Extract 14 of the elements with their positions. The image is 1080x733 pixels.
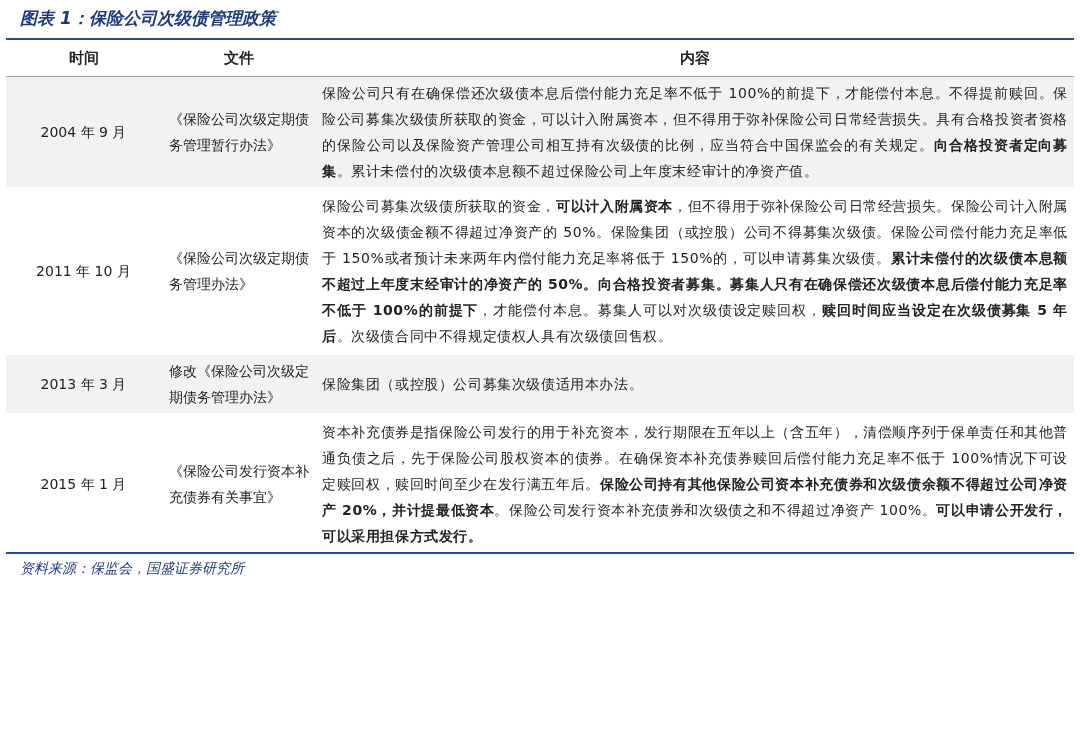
source-note: 资料来源：保监会，国盛证券研究所 xyxy=(6,552,1074,583)
table-cell: 《保险公司发行资本补充债券有关事宜》 xyxy=(161,414,316,552)
table-cell: 2015 年 1 月 xyxy=(6,414,161,552)
table-cell: 修改《保险公司次级定期债务管理办法》 xyxy=(161,353,316,415)
column-header: 时间 xyxy=(6,39,161,77)
table-cell: 《保险公司次级定期债务管理暂行办法》 xyxy=(161,76,316,189)
table-cell: 保险公司只有在确保偿还次级债本息后偿付能力充足率不低于 100%的前提下，才能偿付本息。不得提前赎回。保险公司募集次级债所获取的资金，可以计入附属资本，但不得用于弥补保险公司日常经营损失。具有合格投资者资格的保险公司以及保险资产管理公司相互持有次级债的比例，应当符合中国保监会的有关规定。向合格投资者定向募集。累计未偿付的次级债本息额不超过保险公司上年度末经审计的净资产值。 xyxy=(316,76,1074,189)
column-header: 文件 xyxy=(161,39,316,77)
table-cell: 2004 年 9 月 xyxy=(6,76,161,189)
column-header: 内容 xyxy=(316,39,1074,77)
table-cell: 资本补充债券是指保险公司发行的用于补充资本，发行期限在五年以上（含五年），清偿顺序列于保单责任和其他普通负债之后，先于保险公司股权资本的债券。在确保资本补充债券赎回后偿付能力充足率不低于 100%情况下可设定赎回权，赎回时间至少在发行满五年后。保险公司持有其他保险公司资本补充债券和次级债余额不得超过公司净资产 20%，并计提最低资本。保险公司发行资本补充债券和次级债之和不得超过净资产 100%。可以申请公开发行，可以采用担保方式发行。 xyxy=(316,414,1074,552)
figure-title: 图表 1：保险公司次级债管理政策 xyxy=(6,6,1074,40)
table-cell: 保险集团（或控股）公司募集次级债适用本办法。 xyxy=(316,353,1074,415)
table-cell: 2013 年 3 月 xyxy=(6,353,161,415)
